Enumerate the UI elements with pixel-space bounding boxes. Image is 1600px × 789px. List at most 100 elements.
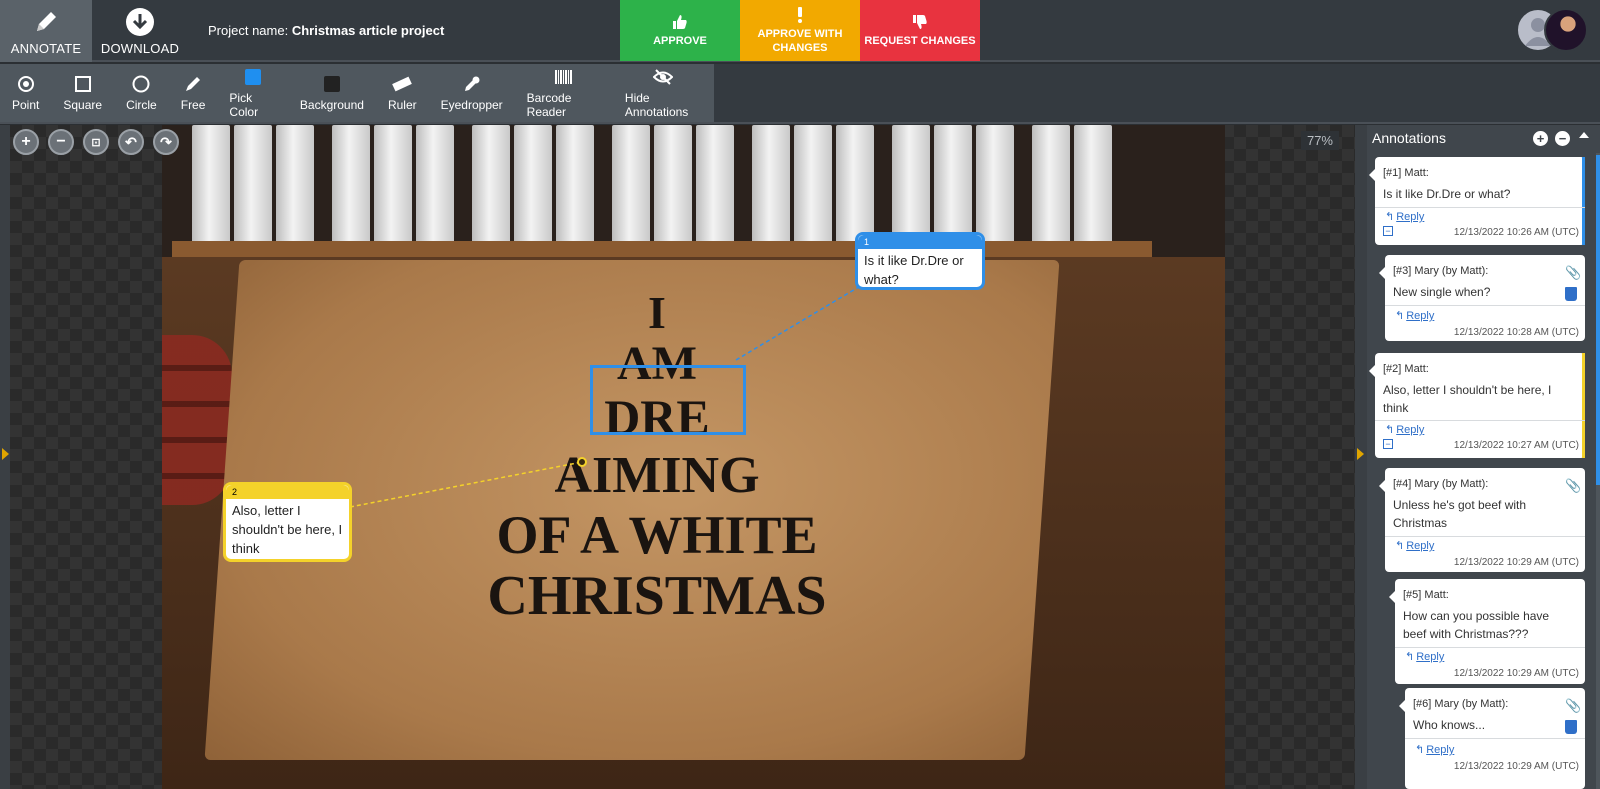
expand-arrow-icon <box>2 448 9 460</box>
color-swatch-icon <box>243 67 263 87</box>
comment-date: 12/13/2022 10:27 AM (UTC) <box>1453 440 1579 451</box>
approval-buttons: APPROVE APPROVE WITH CHANGES REQUEST CHA… <box>620 0 980 61</box>
comment-date: 12/13/2022 10:26 AM (UTC) <box>1453 227 1579 238</box>
attachment-icon[interactable]: 📎 <box>1565 698 1581 713</box>
attachment-icon[interactable]: 📎 <box>1565 478 1581 493</box>
annotation-point-2[interactable] <box>577 457 587 467</box>
comment-author: [#6] Mary (by Matt): <box>1413 698 1509 710</box>
trash-icon[interactable] <box>1565 287 1577 301</box>
download-icon <box>126 7 154 36</box>
tool-label: Point <box>12 98 40 112</box>
reply-link[interactable]: Reply <box>1415 743 1454 756</box>
approve-button[interactable]: APPROVE <box>620 0 740 61</box>
pencil-icon <box>37 11 56 31</box>
tool-label: Circle <box>126 98 157 112</box>
annotation-text: Is it like Dr.Dre or what? <box>864 253 964 287</box>
comment-body: New single when? <box>1393 285 1491 299</box>
tool-label: Free <box>180 98 206 112</box>
download-button[interactable]: DOWNLOAD <box>92 0 188 62</box>
top-bar: ANNOTATE DOWNLOAD Project name: Christma… <box>0 0 1600 62</box>
tool-eyedropper[interactable]: Eyedropper <box>429 64 515 122</box>
attachment-icon[interactable]: 📎 <box>1565 265 1581 280</box>
project-title: Christmas article project <box>291 23 445 38</box>
request-changes-button[interactable]: REQUEST CHANGES <box>860 0 980 61</box>
tool-bar: Point Square Circle Free Pick Color Back… <box>0 64 1600 124</box>
thumbs-down-icon <box>913 14 927 29</box>
annotate-button[interactable]: ANNOTATE <box>0 0 92 62</box>
comment-card-reply[interactable]: [#6] Mary (by Matt): 📎 Who knows... Repl… <box>1399 688 1585 789</box>
approve-changes-label: APPROVE WITH CHANGES <box>757 27 843 54</box>
tool-label: Barcode Reader <box>526 91 572 119</box>
user-avatars <box>1516 8 1588 54</box>
exclamation-icon <box>798 6 802 23</box>
eye-slash-icon <box>653 67 674 87</box>
reply-link[interactable]: Reply <box>1385 210 1424 223</box>
collapse-thread-icon[interactable]: − <box>1383 226 1393 236</box>
tool-label: Ruler <box>387 98 417 112</box>
panel-header: Annotations + − <box>1367 125 1600 153</box>
annotation-bubble-1[interactable]: 1 Is it like Dr.Dre or what? <box>855 232 985 290</box>
right-collapse-handle[interactable] <box>1355 125 1367 789</box>
comment-body: Is it like Dr.Dre or what? <box>1383 187 1511 201</box>
comment-card-reply[interactable]: [#3] Mary (by Matt): 📎 New single when? … <box>1379 255 1585 341</box>
reply-link[interactable]: Reply <box>1385 423 1424 436</box>
zoom-in-button[interactable]: + <box>13 129 39 155</box>
annotations-panel: Annotations + − [#1] Matt: Is it like Dr… <box>1367 125 1600 789</box>
reply-link[interactable]: Reply <box>1395 309 1434 322</box>
collapse-thread-icon[interactable]: − <box>1383 439 1393 449</box>
tool-ruler[interactable]: Ruler <box>376 64 429 122</box>
annotation-square-1[interactable] <box>590 365 746 435</box>
eyedropper-icon <box>462 74 482 94</box>
circle-icon <box>131 74 151 94</box>
reply-link[interactable]: Reply <box>1405 650 1444 663</box>
tool-label: Hide Annotations <box>624 91 689 119</box>
rotate-right-button[interactable]: ↷ <box>153 129 179 155</box>
approve-label: APPROVE <box>653 34 707 47</box>
annotation-number: 1 <box>858 235 982 249</box>
collapse-all-icon[interactable]: − <box>1555 131 1570 146</box>
annotated-photo[interactable]: I AM DRE AIMING OF A WHITE CHRISTMAS <box>162 125 1225 789</box>
comment-date: 12/13/2022 10:29 AM (UTC) <box>1453 761 1579 772</box>
annotation-bubble-2[interactable]: 2 Also, letter I shouldn't be here, I th… <box>223 482 352 562</box>
comment-card-reply[interactable]: [#5] Matt: How can you possible have bee… <box>1389 579 1585 684</box>
comment-body: Who knows... <box>1413 718 1486 732</box>
expand-all-icon[interactable]: + <box>1533 131 1548 146</box>
panel-title: Annotations <box>1372 130 1446 146</box>
rotate-left-button[interactable]: ↶ <box>118 129 144 155</box>
left-collapse-handle[interactable] <box>0 125 10 789</box>
background-swatch-icon <box>322 74 342 94</box>
annotation-connectors <box>349 284 863 508</box>
annotate-label: ANNOTATE <box>10 40 82 56</box>
tool-point[interactable]: Point <box>0 64 51 122</box>
zoom-out-button[interactable]: − <box>48 129 74 155</box>
pen-icon <box>183 74 203 94</box>
image-canvas[interactable]: I AM DRE AIMING OF A WHITE CHRISTMAS + −… <box>10 125 1355 789</box>
avatar[interactable] <box>1544 8 1588 52</box>
tool-label: Square <box>63 98 103 112</box>
comment-card[interactable]: [#2] Matt: Also, letter I shouldn't be h… <box>1369 353 1585 458</box>
comment-card-reply[interactable]: [#4] Mary (by Matt): 📎 Unless he's got b… <box>1379 468 1585 572</box>
tool-hide-annotations[interactable]: Hide Annotations <box>613 64 714 122</box>
tool-free[interactable]: Free <box>169 64 218 122</box>
comment-card[interactable]: [#1] Matt: Is it like Dr.Dre or what? Re… <box>1369 157 1585 245</box>
tool-label: Pick Color <box>229 91 259 119</box>
trash-icon[interactable] <box>1565 720 1577 734</box>
tool-square[interactable]: Square <box>51 64 114 122</box>
tool-background[interactable]: Background <box>288 64 376 122</box>
collapse-panel-icon[interactable] <box>1579 132 1589 138</box>
comment-date: 12/13/2022 10:29 AM (UTC) <box>1453 557 1579 568</box>
tool-barcode-reader[interactable]: Barcode Reader <box>515 64 613 122</box>
project-name: Project name: Christmas article project <box>208 23 444 38</box>
reply-link[interactable]: Reply <box>1395 539 1434 552</box>
request-changes-label: REQUEST CHANGES <box>864 34 976 47</box>
project-prefix: Project name: <box>208 23 289 38</box>
annotation-text: Also, letter I shouldn't be here, I thin… <box>232 503 343 556</box>
panel-scrollbar-thumb[interactable] <box>1596 155 1600 485</box>
comment-author: [#2] Matt: <box>1383 363 1429 375</box>
tool-label: Eyedropper <box>440 98 503 112</box>
tool-circle[interactable]: Circle <box>114 64 169 122</box>
approve-with-changes-button[interactable]: APPROVE WITH CHANGES <box>740 0 860 61</box>
comment-author: [#1] Matt: <box>1383 167 1429 179</box>
fit-screen-button[interactable]: ⊡ <box>83 129 109 155</box>
tool-pick-color[interactable]: Pick Color <box>217 64 287 122</box>
